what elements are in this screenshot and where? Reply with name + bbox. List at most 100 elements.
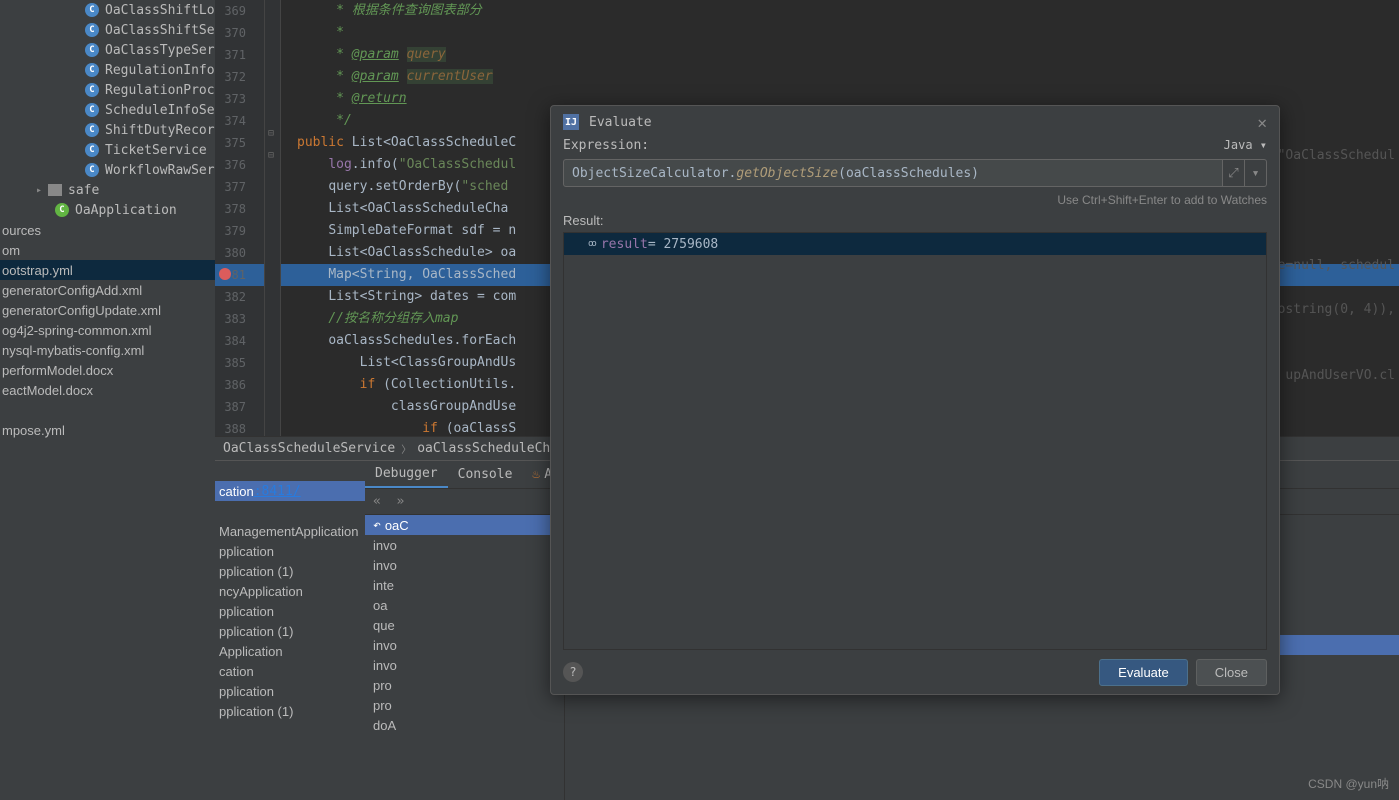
tree-file[interactable]: ootstrap.yml bbox=[0, 260, 215, 280]
run-config-row[interactable]: pplication (1) bbox=[215, 621, 365, 641]
result-value: = 2759608 bbox=[648, 237, 718, 252]
class-icon: C bbox=[85, 3, 99, 17]
fold-mark-icon[interactable]: ⊟ bbox=[268, 128, 274, 139]
frames-panel[interactable]: « » ↶oaCinvoinvointeoaqueinvoinvoproprod… bbox=[365, 489, 565, 800]
frame-row[interactable]: oa bbox=[365, 595, 564, 615]
result-name: result bbox=[601, 237, 648, 252]
frame-row[interactable]: invo bbox=[365, 635, 564, 655]
tree-label: OaApplication bbox=[75, 203, 177, 218]
frame-row[interactable]: inte bbox=[365, 575, 564, 595]
class-icon: C bbox=[85, 43, 99, 57]
frame-row[interactable]: ↶oaC bbox=[365, 515, 564, 535]
close-button[interactable]: Close bbox=[1196, 659, 1267, 686]
dialog-buttons: ? Evaluate Close bbox=[551, 650, 1279, 694]
run-config-row[interactable]: ManagementApplication bbox=[215, 521, 365, 541]
frame-row[interactable]: doA bbox=[365, 715, 564, 735]
tree-class-item[interactable]: C TicketService bbox=[0, 140, 215, 160]
frame-row[interactable]: pro bbox=[365, 695, 564, 715]
code-line[interactable]: * @param query bbox=[281, 44, 1399, 66]
frame-row[interactable]: pro bbox=[365, 675, 564, 695]
frame-row[interactable]: invo bbox=[365, 655, 564, 675]
tree-label: OaClassTypeService bbox=[105, 43, 215, 58]
frame-row[interactable]: que bbox=[365, 615, 564, 635]
tree-file[interactable]: eactModel.docx bbox=[0, 380, 215, 400]
run-config-row[interactable]: pplication bbox=[215, 681, 365, 701]
run-config-row[interactable]: pplication bbox=[215, 541, 365, 561]
tree-label: OaClassShiftLogSer bbox=[105, 3, 215, 18]
project-panel: COaClassShiftLogSerCOaClassShiftServiceC… bbox=[0, 0, 215, 800]
fold-mark-icon[interactable]: ⊟ bbox=[268, 150, 274, 161]
result-tree[interactable]: oo result = 2759608 bbox=[563, 232, 1267, 650]
tree-class-item[interactable]: COaClassShiftService bbox=[0, 20, 215, 40]
app-icon: IJ bbox=[563, 114, 579, 130]
tree-class-item[interactable]: C ShiftDutyRecordSe bbox=[0, 120, 215, 140]
line-gutter[interactable]: 3693703713723733743753763773783793803813… bbox=[215, 0, 265, 436]
tab-debugger[interactable]: Debugger bbox=[365, 461, 448, 488]
tree-label: ShiftDutyRecordSe bbox=[105, 123, 215, 138]
tree-file[interactable]: mpose.yml bbox=[0, 420, 215, 440]
help-icon[interactable]: ? bbox=[563, 662, 583, 682]
tree-class-item[interactable]: CScheduleInfoServic bbox=[0, 100, 215, 120]
tree-class-item[interactable]: C OaClassShiftLogSer bbox=[0, 0, 215, 20]
tree-file[interactable]: generatorConfigAdd.xml bbox=[0, 280, 215, 300]
class-icon: C bbox=[85, 123, 99, 137]
run-config-row[interactable]: Application bbox=[215, 641, 365, 661]
frame-nav[interactable]: « » bbox=[365, 489, 564, 515]
class-icon: C bbox=[55, 203, 69, 217]
code-line[interactable]: * 根据条件查询图表部分 bbox=[281, 0, 1399, 22]
run-configs[interactable]: cation :8411/ManagementApplicationpplica… bbox=[215, 461, 365, 800]
class-icon: C bbox=[85, 143, 99, 157]
chevron-right-icon: ▸ bbox=[36, 185, 46, 196]
code-line[interactable]: * @param currentUser bbox=[281, 66, 1399, 88]
tree-label: RegulationInfoServ bbox=[105, 63, 215, 78]
expand-icon[interactable]: ⤢ bbox=[1223, 159, 1245, 187]
tree-file[interactable]: generatorConfigUpdate.xml bbox=[0, 300, 215, 320]
tree-class-item[interactable]: CWorkflowRawServic bbox=[0, 160, 215, 180]
run-config-row[interactable]: cation :8411/ bbox=[215, 481, 365, 501]
expression-input[interactable]: ObjectSizeCalculator.getObjectSize(oaCla… bbox=[563, 159, 1223, 187]
tree-file[interactable] bbox=[0, 400, 215, 420]
run-config-row[interactable]: pplication (1) bbox=[215, 701, 365, 721]
tree-file[interactable]: og4j2-spring-common.xml bbox=[0, 320, 215, 340]
nav-next-icon[interactable]: » bbox=[396, 494, 404, 509]
run-config-row[interactable] bbox=[215, 461, 365, 481]
folder-icon bbox=[48, 184, 62, 196]
fold-strip[interactable]: ⊟ ⊟ bbox=[265, 0, 281, 436]
nav-prev-icon[interactable]: « bbox=[373, 494, 381, 509]
dialog-body: Expression: Java ▾ ObjectSizeCalculator.… bbox=[551, 138, 1279, 650]
code-line[interactable]: * bbox=[281, 22, 1399, 44]
tree-label: WorkflowRawServic bbox=[105, 163, 215, 178]
tree-label: RegulationProcessF bbox=[105, 83, 215, 98]
close-icon[interactable]: ✕ bbox=[1257, 113, 1267, 132]
frame-row[interactable]: invo bbox=[365, 535, 564, 555]
tree-class-item[interactable]: CRegulationInfoServ bbox=[0, 60, 215, 80]
breadcrumb-class[interactable]: OaClassScheduleService bbox=[223, 441, 395, 456]
tree-folder[interactable]: ources bbox=[0, 220, 215, 240]
result-row[interactable]: oo result = 2759608 bbox=[564, 233, 1266, 255]
tree-label: safe bbox=[68, 183, 99, 198]
language-selector[interactable]: Java ▾ bbox=[1224, 138, 1267, 153]
result-label: Result: bbox=[563, 213, 1267, 228]
frame-row[interactable]: invo bbox=[365, 555, 564, 575]
run-config-row[interactable]: pplication (1) bbox=[215, 561, 365, 581]
tree-folder[interactable]: om bbox=[0, 240, 215, 260]
tree-file[interactable]: nysql-mybatis-config.xml bbox=[0, 340, 215, 360]
tree-class-item[interactable]: CRegulationProcessF bbox=[0, 80, 215, 100]
chevron-right-icon: 〉 bbox=[401, 441, 411, 456]
expression-label: Expression: bbox=[563, 138, 649, 153]
breakpoint-icon[interactable] bbox=[219, 268, 231, 280]
tree-class-app[interactable]: C OaApplication bbox=[0, 200, 215, 220]
tree-class-item[interactable]: C OaClassTypeService bbox=[0, 40, 215, 60]
evaluate-button[interactable]: Evaluate bbox=[1099, 659, 1188, 686]
dialog-titlebar[interactable]: IJ Evaluate ✕ bbox=[551, 106, 1279, 138]
tree-file[interactable]: performModel.docx bbox=[0, 360, 215, 380]
history-dropdown-icon[interactable]: ▾ bbox=[1245, 159, 1267, 187]
run-config-row[interactable]: cation bbox=[215, 661, 365, 681]
tree-label: ScheduleInfoServic bbox=[105, 103, 215, 118]
run-config-row[interactable]: ncyApplication bbox=[215, 581, 365, 601]
run-config-row[interactable] bbox=[215, 501, 365, 521]
run-config-row[interactable]: pplication bbox=[215, 601, 365, 621]
tree-folder-safe[interactable]: ▸ safe bbox=[0, 180, 215, 200]
tab-console[interactable]: Console bbox=[448, 461, 523, 488]
tree-label: TicketService bbox=[105, 143, 207, 158]
